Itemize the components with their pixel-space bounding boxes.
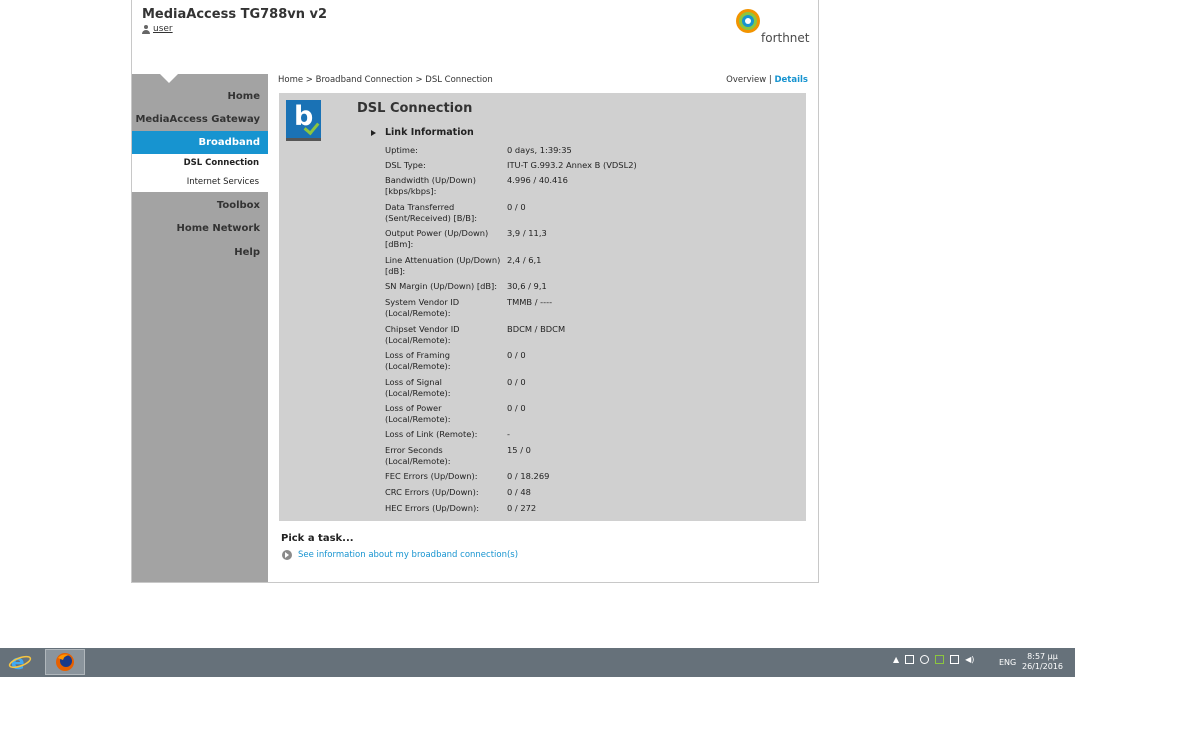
row-value: 3,9 / 11,3: [507, 228, 547, 238]
breadcrumb[interactable]: Home > Broadband Connection > DSL Connec…: [278, 75, 493, 85]
pick-task-heading: Pick a task...: [281, 533, 354, 544]
svg-text:e: e: [11, 651, 25, 673]
row-value: ITU-T G.993.2 Annex B (VDSL2): [507, 160, 637, 170]
row-value: BDCM / BDCM: [507, 324, 566, 334]
product-title: MediaAccess TG788vn v2: [142, 7, 328, 22]
row-value: 0 / 272: [507, 503, 537, 513]
row-label: Loss of Link (Remote):: [385, 429, 478, 439]
details-link[interactable]: Details: [774, 75, 808, 85]
view-separator: |: [768, 75, 772, 85]
sidebar-item-internet-services[interactable]: Internet Services: [132, 173, 268, 192]
broadband-icon: b: [286, 100, 321, 141]
section-link-information[interactable]: Link Information: [371, 127, 474, 138]
network-icon[interactable]: [950, 655, 960, 664]
row-label: Uptime:: [385, 145, 418, 155]
row-label: Data Transferred (Sent/Received) [B/B]:: [385, 202, 477, 223]
row-value: 0 / 0: [507, 350, 526, 360]
row-value: 0 / 48: [507, 487, 531, 497]
row-label: CRC Errors (Up/Down):: [385, 487, 479, 497]
sync-icon[interactable]: [920, 655, 930, 664]
row-value: 30,6 / 9,1: [507, 281, 547, 291]
taskbar: e ▲ ◀) ENG 8:57 μμ 26/1/2016: [0, 648, 1075, 677]
row-label: System Vendor ID (Local/Remote):: [385, 297, 460, 318]
row-label: Loss of Power (Local/Remote):: [385, 403, 451, 424]
user-name[interactable]: user: [153, 24, 173, 34]
page-title: DSL Connection: [357, 101, 473, 116]
sidebar-item-help[interactable]: Help: [234, 247, 260, 258]
dsl-panel: b DSL Connection Link Information Uptime…: [279, 93, 806, 521]
sidebar-item-dsl-connection[interactable]: DSL Connection: [132, 154, 268, 173]
row-value: 0 / 18.269: [507, 471, 550, 481]
task-link-label[interactable]: See information about my broadband conne…: [298, 550, 518, 560]
row-value: 0 / 0: [507, 377, 526, 387]
row-label: Line Attenuation (Up/Down) [dB]:: [385, 255, 501, 276]
volume-icon[interactable]: ◀): [965, 655, 974, 664]
clock[interactable]: 8:57 μμ 26/1/2016: [1022, 652, 1063, 672]
section-label: Link Information: [385, 127, 474, 138]
row-value: 0 days, 1:39:35: [507, 145, 572, 155]
sidebar-item-broadband-connection[interactable]: Broadband Connection: [132, 131, 268, 171]
firefox-taskbar-button[interactable]: [45, 649, 85, 675]
row-label: FEC Errors (Up/Down):: [385, 471, 478, 481]
user-icon: [142, 24, 150, 34]
row-label: Bandwidth (Up/Down) [kbps/kbps]:: [385, 175, 476, 196]
clock-date: 26/1/2016: [1022, 662, 1064, 671]
row-label: Loss of Signal (Local/Remote):: [385, 377, 451, 398]
row-label: DSL Type:: [385, 160, 426, 170]
row-value: 0 / 0: [507, 403, 526, 413]
sidebar: Home MediaAccess Gateway Broadband Conne…: [132, 74, 268, 582]
row-label: Error Seconds (Local/Remote):: [385, 445, 451, 466]
system-tray: ▲ ◀): [893, 655, 974, 664]
firefox-icon: [56, 653, 74, 671]
row-label: Output Power (Up/Down) [dBm]:: [385, 228, 489, 249]
row-label: Chipset Vendor ID (Local/Remote):: [385, 324, 460, 345]
row-value: -: [507, 429, 510, 439]
app-tray-icon[interactable]: [935, 655, 945, 664]
row-value: 15 / 0: [507, 445, 531, 455]
brand-name: forthnet: [761, 31, 810, 45]
router-page: MediaAccess TG788vn v2 user forthnet Hom…: [131, 0, 819, 583]
row-value: 0 / 0: [507, 202, 526, 212]
row-label: HEC Errors (Up/Down):: [385, 503, 480, 513]
view-switcher: Overview | Details: [726, 75, 808, 85]
row-value: 2,4 / 6,1: [507, 255, 542, 265]
sidebar-item-toolbox[interactable]: Toolbox: [217, 200, 260, 211]
language-indicator[interactable]: ENG: [999, 658, 1016, 667]
internet-explorer-icon[interactable]: e: [8, 651, 32, 673]
action-center-flag-icon[interactable]: [905, 655, 915, 664]
row-value: TMMB / ----: [507, 297, 553, 307]
sidebar-item-mediaaccess-gateway[interactable]: MediaAccess Gateway: [135, 114, 260, 125]
expand-arrow-icon: [371, 129, 376, 136]
sidebar-notch: [160, 74, 178, 83]
row-value: 4.996 / 40.416: [507, 175, 568, 185]
show-hidden-icons-icon[interactable]: ▲: [893, 655, 899, 664]
sidebar-item-home[interactable]: Home: [228, 91, 260, 102]
overview-link[interactable]: Overview: [726, 75, 766, 85]
clock-time: 8:57 μμ: [1027, 652, 1058, 661]
task-link[interactable]: See information about my broadband conne…: [282, 550, 518, 560]
user-link[interactable]: user: [142, 24, 173, 34]
arrow-circle-icon: [282, 550, 292, 560]
sidebar-item-home-network[interactable]: Home Network: [176, 223, 260, 234]
row-label: SN Margin (Up/Down) [dB]:: [385, 281, 498, 291]
row-label: Loss of Framing (Local/Remote):: [385, 350, 451, 371]
